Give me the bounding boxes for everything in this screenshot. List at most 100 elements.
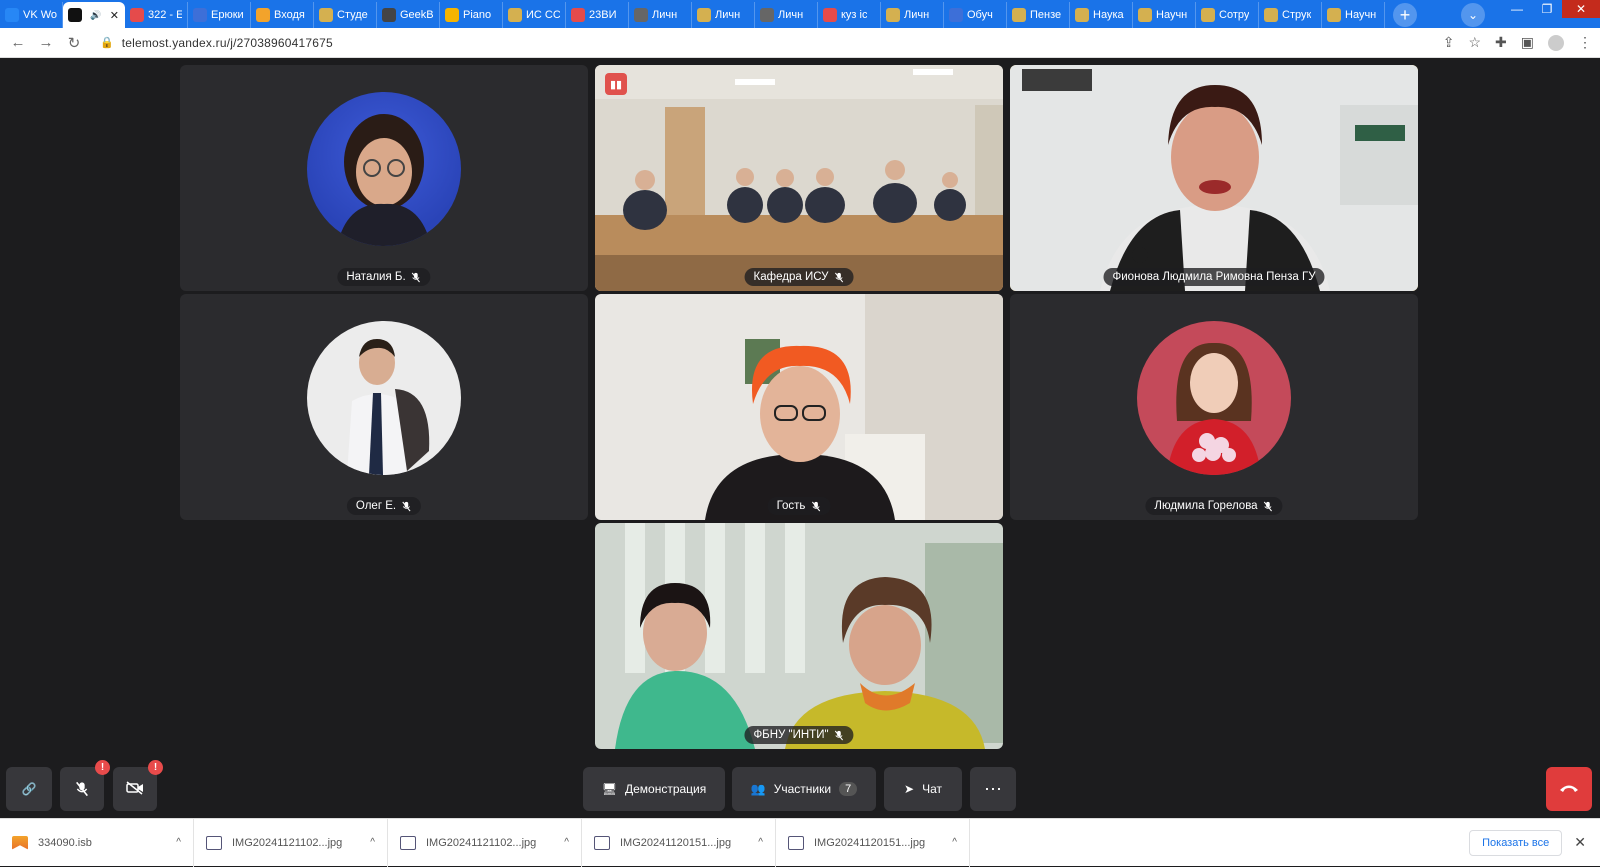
tab-strip: VK Wo 🔊 ✕ 322 - E Ерюки Входя Студе GeekB Piano И… [0,2,1385,28]
copy-link-button[interactable]: 🔗 [6,767,52,811]
browser-tab[interactable]: Научн [1133,2,1196,28]
more-options-button[interactable]: ⋯ [970,767,1016,811]
browser-tab[interactable]: куз іс [818,2,881,28]
participant-tile[interactable]: ФБНУ "ИНТИ" [595,523,1003,749]
browser-tab[interactable]: Научн [1322,2,1385,28]
window-close-icon[interactable]: ✕ [1562,0,1600,18]
browser-tab[interactable]: ИС СС [503,2,566,28]
tab-favicon-icon [949,8,963,22]
video-feed [595,65,1003,291]
participant-name: Кафедра ИСУ [753,271,829,283]
browser-tab[interactable]: Личн [629,2,692,28]
screen-share-button[interactable]: 🖥 Демонстрация [583,767,725,811]
browser-tab[interactable]: Входя [251,2,314,28]
browser-tab[interactable]: Пензе [1007,2,1070,28]
chat-button[interactable]: ➤ Чат [884,767,962,811]
extensions-icon[interactable]: ✚ [1495,34,1507,51]
download-item[interactable]: IMG20241121102...jpg ^ [388,818,582,867]
meeting-area: Наталия Б. ▮▮ Кафедра ИСУ Фионова Людмил… [0,58,1600,818]
download-item[interactable]: 334090.isb ^ [0,818,194,867]
chevron-up-icon[interactable]: ^ [370,837,375,848]
mic-off-icon [834,730,845,741]
tab-favicon-icon [634,8,648,22]
tab-label: Личн [652,9,678,21]
show-all-downloads-button[interactable]: Показать все [1469,829,1563,856]
chevron-up-icon[interactable]: ^ [758,837,763,848]
minimize-icon[interactable]: — [1502,0,1532,18]
browser-tab[interactable]: Сотру [1196,2,1259,28]
restore-icon[interactable]: ❐ [1532,0,1562,18]
lock-icon[interactable]: 🔒 [100,36,114,49]
toggle-camera-button[interactable]: ! [113,760,163,811]
participants-button[interactable]: 👥 Участники 7 [732,767,876,811]
url-field[interactable]: telemost.yandex.ru/j/27038960417675 [122,36,333,50]
download-bar: 334090.isb ^ IMG20241121102...jpg ^ IMG20241… [0,818,1600,867]
tab-favicon-icon [193,8,207,22]
browser-tab[interactable]: Струк [1259,2,1322,28]
audio-playing-icon[interactable]: 🔊 [90,10,101,21]
browser-tab[interactable]: Личн [881,2,944,28]
chevron-up-icon[interactable]: ^ [952,837,957,848]
download-list: 334090.isb ^ IMG20241121102...jpg ^ IMG20241… [0,818,970,867]
participant-name-tag: Кафедра ИСУ [744,268,854,286]
browser-tab[interactable]: Обуч [944,2,1007,28]
browser-tab[interactable]: 23ВИ [566,2,629,28]
participant-tile-speaking[interactable]: Фионова Людмила Римовна Пенза ГУ [1010,65,1418,291]
browser-tab[interactable]: Наука [1070,2,1133,28]
download-item[interactable]: IMG20241121102...jpg ^ [194,818,388,867]
browser-tab[interactable]: VK Wo [0,2,63,28]
browser-tab[interactable]: 🔊 ✕ [63,2,125,28]
browser-tab[interactable]: Личн [755,2,818,28]
participant-tile[interactable]: Олег Е. [180,294,588,520]
participant-tile[interactable]: Наталия Б. [180,65,588,291]
new-tab-button[interactable]: + [1393,3,1417,27]
participant-tile[interactable]: Людмила Горелова [1010,294,1418,520]
bookmark-star-icon[interactable]: ☆ [1468,34,1481,51]
browser-tab[interactable]: GeekB [377,2,440,28]
tab-favicon-icon [508,8,522,22]
tab-favicon-icon [1201,8,1215,22]
browser-tab[interactable]: Piano [440,2,503,28]
profile-avatar[interactable] [1548,34,1564,51]
download-item[interactable]: IMG20241120151...jpg ^ [582,818,776,867]
reload-icon[interactable]: ↻ [64,33,84,53]
video-feed [595,294,1003,520]
participant-tile[interactable]: ▮▮ Кафедра ИСУ [595,65,1003,291]
video-feed [1010,65,1418,291]
mic-off-icon [810,501,821,512]
participant-name: ФБНУ "ИНТИ" [753,729,829,741]
browser-tab[interactable]: Студе [314,2,377,28]
tab-favicon-icon [319,8,333,22]
participant-tile[interactable]: Гость [595,294,1003,520]
download-filename: IMG20241120151...jpg [620,836,732,849]
screen-share-icon: 🖥 [601,782,617,796]
chevron-up-icon[interactable]: ^ [564,837,569,848]
menu-dots-icon[interactable]: ⋮ [1578,34,1592,51]
file-icon [12,835,28,850]
browser-tab[interactable]: Ерюки [188,2,251,28]
download-filename: IMG20241120151...jpg [814,836,926,849]
window-controls: — ❐ ✕ [1502,0,1600,18]
close-download-bar-icon[interactable]: ✕ [1574,834,1586,851]
forward-icon[interactable]: → [36,33,56,53]
participant-name-tag: Людмила Горелова [1145,497,1283,515]
participant-name-tag: ФБНУ "ИНТИ" [744,726,854,744]
back-icon[interactable]: ← [8,33,28,53]
avatar [1137,321,1291,475]
share-icon[interactable]: ⇪ [1443,34,1455,51]
hang-up-button[interactable] [1546,767,1592,811]
participant-name-tag: Наталия Б. [337,268,431,286]
people-icon: 👥 [750,782,766,796]
download-item[interactable]: IMG20241120151...jpg ^ [776,818,970,867]
tab-close-icon[interactable]: ✕ [110,9,119,22]
tab-label: Научн [1156,9,1188,21]
browser-tab[interactable]: Личн [692,2,755,28]
chevron-up-icon[interactable]: ^ [176,837,181,848]
browser-tab[interactable]: 322 - E [125,2,188,28]
tab-label: VK Wo [23,9,57,21]
toggle-mic-button[interactable]: ! [60,760,110,811]
tab-search-button[interactable]: ⌄ [1461,3,1485,27]
tab-label: ИС СС [526,9,560,21]
tab-label: 23ВИ [589,9,617,21]
sidepanel-icon[interactable]: ▣ [1521,34,1534,51]
